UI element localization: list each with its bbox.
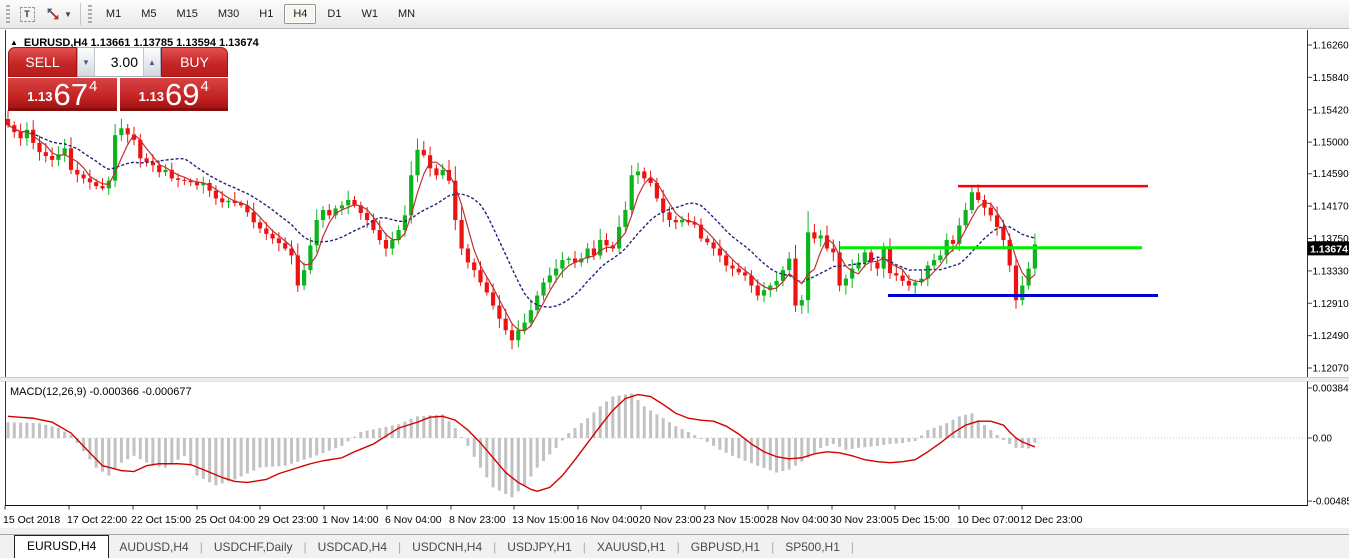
buy-price-prefix: 1.13 (138, 89, 164, 104)
timeframe-button-m15[interactable]: M15 (167, 4, 206, 24)
chart-tab-usdchf-daily[interactable]: USDCHF,Daily (204, 537, 303, 558)
timeframe-toolbar: M1 M5 M15 M30 H1 H4 D1 W1 MN (96, 4, 425, 24)
sell-price-box[interactable]: 1.13 67 4 (8, 78, 117, 111)
pane-splitter[interactable] (0, 377, 1349, 382)
chart-tab-eurusd-h4[interactable]: EURUSD,H4 (14, 535, 110, 558)
svg-text:1.15840: 1.15840 (1313, 73, 1349, 84)
timeframe-button-m30[interactable]: M30 (209, 4, 248, 24)
chart-tab-sp500-h1[interactable]: SP500,H1 (775, 537, 850, 558)
svg-text:10 Dec 07:00: 10 Dec 07:00 (957, 514, 1020, 526)
mt4-window: 1.16260 1.15840 1.15420 1.15000 1.14590 1.141… (0, 0, 1349, 558)
svg-text:28 Nov 04:00: 28 Nov 04:00 (766, 514, 829, 526)
volume-decrease-button[interactable]: ▼ (78, 48, 95, 76)
svg-text:12 Dec 23:00: 12 Dec 23:00 (1020, 514, 1083, 526)
svg-text:0.00: 0.00 (1313, 434, 1333, 445)
svg-text:23 Nov 15:00: 23 Nov 15:00 (703, 514, 766, 526)
sell-price-prefix: 1.13 (27, 89, 53, 104)
chart-tab-usdcad-h4[interactable]: USDCAD,H4 (308, 537, 397, 558)
buy-price-box[interactable]: 1.13 69 4 (119, 76, 228, 112)
buy-price-big: 69 (164, 76, 200, 112)
svg-text:1 Nov 14:00: 1 Nov 14:00 (322, 514, 379, 526)
sell-price-big: 67 (53, 76, 88, 112)
svg-text:1.16260: 1.16260 (1313, 41, 1349, 52)
buy-price-pip: 4 (200, 78, 209, 95)
svg-text:1.12070: 1.12070 (1313, 364, 1349, 375)
svg-text:1.13674: 1.13674 (1310, 243, 1348, 255)
svg-text:1.14590: 1.14590 (1313, 169, 1349, 180)
timeframe-button-h1[interactable]: H1 (250, 4, 282, 24)
svg-text:-0.004856: -0.004856 (1313, 497, 1349, 508)
svg-text:6 Nov 04:00: 6 Nov 04:00 (385, 514, 442, 526)
svg-text:1.15000: 1.15000 (1313, 138, 1349, 149)
svg-text:30 Nov 23:00: 30 Nov 23:00 (830, 514, 893, 526)
buy-button[interactable]: BUY (161, 47, 228, 77)
svg-text:8 Nov 23:00: 8 Nov 23:00 (449, 514, 506, 526)
volume-input[interactable] (95, 48, 143, 76)
arrows-icon (47, 8, 59, 20)
timeframe-button-h4[interactable]: H4 (284, 4, 317, 24)
svg-text:29 Oct 23:00: 29 Oct 23:00 (258, 514, 318, 526)
volume-increase-button[interactable]: ▲ (143, 48, 160, 76)
text-label-tool-button[interactable]: T (15, 3, 39, 25)
collapse-panel-icon[interactable]: ▲ (10, 39, 18, 47)
chart-tab-audusd-h4[interactable]: AUDUSD,H4 (109, 537, 198, 558)
svg-text:17 Oct 22:00: 17 Oct 22:00 (67, 514, 127, 526)
caret-up-icon: ▲ (148, 57, 156, 67)
svg-text:1.15420: 1.15420 (1313, 105, 1349, 116)
svg-text:20 Nov 23:00: 20 Nov 23:00 (639, 514, 702, 526)
sell-button[interactable]: SELL (8, 47, 77, 77)
timeframe-button-m5[interactable]: M5 (132, 4, 165, 24)
top-toolbar: T ▼ M1 M5 M15 M30 H1 H4 D1 W1 MN (0, 0, 1349, 29)
volume-control: ▼ ▲ (77, 47, 161, 77)
svg-text:25 Oct 04:00: 25 Oct 04:00 (195, 514, 255, 526)
timeframe-button-m1[interactable]: M1 (97, 4, 130, 24)
sell-price-pip: 4 (88, 78, 98, 95)
toolbar-separator (79, 3, 81, 25)
macd-indicator-label: MACD(12,26,9) -0.000366 -0.000677 (10, 386, 192, 398)
one-click-trading-panel: SELL ▼ ▲ BUY 1.13 67 4 1.13 69 4 (8, 47, 228, 111)
arrows-tool-button[interactable]: ▼ (41, 3, 76, 25)
text-tool-icon: T (19, 6, 35, 22)
timeframe-button-d1[interactable]: D1 (318, 4, 350, 24)
svg-text:16 Nov 04:00: 16 Nov 04:00 (576, 514, 639, 526)
chart-tab-xauusd-h1[interactable]: XAUUSD,H1 (587, 537, 676, 558)
chart-tab-usdjpy-h1[interactable]: USDJPY,H1 (497, 537, 581, 558)
caret-down-icon: ▼ (82, 57, 90, 67)
svg-text:1.14170: 1.14170 (1313, 202, 1349, 213)
timeframe-drag-handle[interactable] (87, 5, 92, 23)
timeframe-button-mn[interactable]: MN (389, 4, 424, 24)
chart-tab-usdcnh-h4[interactable]: USDCNH,H4 (402, 537, 492, 558)
chart-tab-gbpusd-h1[interactable]: GBPUSD,H1 (681, 537, 770, 558)
svg-text:1.12490: 1.12490 (1313, 331, 1349, 342)
svg-text:22 Oct 15:00: 22 Oct 15:00 (131, 514, 191, 526)
current-price-badge: 1.13674 (1307, 241, 1349, 256)
svg-text:13 Nov 15:00: 13 Nov 15:00 (512, 514, 575, 526)
chart-tab-bar: EURUSD,H4 AUDUSD,H4 | USDCHF,Daily | USDCAD,H… (0, 534, 1349, 558)
timeframe-button-w1[interactable]: W1 (352, 4, 387, 24)
svg-text:1.13330: 1.13330 (1313, 266, 1349, 277)
svg-text:15 Oct 2018: 15 Oct 2018 (3, 514, 60, 526)
svg-text:5 Dec 15:00: 5 Dec 15:00 (893, 514, 950, 526)
tab-separator: | (850, 540, 855, 554)
toolbar-drag-handle[interactable] (6, 5, 10, 23)
svg-text:1.12910: 1.12910 (1313, 299, 1349, 310)
svg-text:0.003847: 0.003847 (1313, 383, 1349, 394)
chevron-down-icon: ▼ (64, 9, 72, 19)
